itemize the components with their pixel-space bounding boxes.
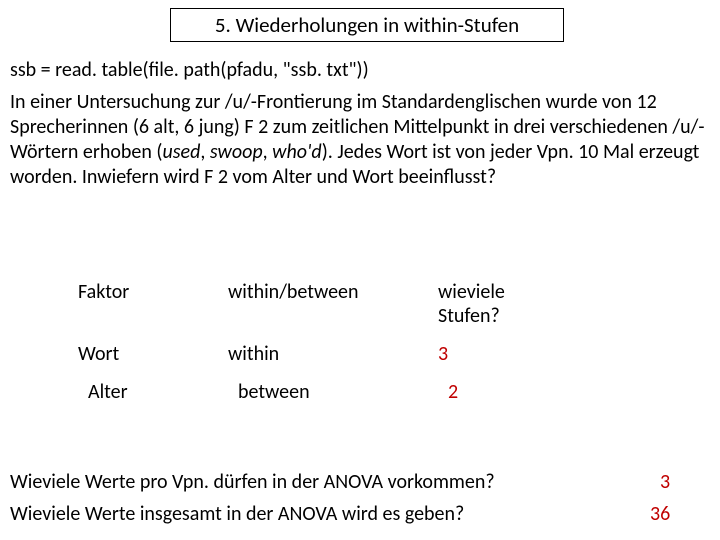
answer-2: 36 [650,502,670,526]
description-paragraph: In einer Untersuchung zur /u/-Frontierun… [10,90,720,190]
header-within-between: within/between [228,280,438,304]
table-row: Wort within 3 [78,342,578,366]
cell-alter-between: between [238,380,448,404]
cell-wort-stufen: 3 [438,342,538,366]
word-whod: who'd [272,140,322,164]
cell-wort-within: within [228,342,438,366]
code-line: ssb = read. table(file. path(pfadu, "ssb… [10,58,369,82]
cell-alter-stufen: 2 [448,380,548,404]
comma-1: , [200,140,210,164]
word-used: used [162,140,200,164]
comma-2: , [263,140,273,164]
factor-table: Faktor within/between wieviele Stufen? W… [78,280,578,418]
slide-title: 5. Wiederholungen in within-Stufen [170,8,564,42]
table-row: Alter between 2 [78,380,578,404]
cell-wort: Wort [78,342,228,366]
answer-1: 3 [660,470,670,494]
header-stufen-line1: wieviele [438,280,505,304]
question-2: Wieviele Werte insgesamt in der ANOVA wi… [10,502,464,526]
question-1: Wieviele Werte pro Vpn. dürfen in der AN… [10,470,495,494]
header-faktor: Faktor [78,280,228,304]
word-swoop: swoop [210,140,263,164]
cell-alter: Alter [78,380,238,404]
table-header-row: Faktor within/between wieviele Stufen? [78,280,578,328]
header-stufen-line2: Stufen? [438,304,500,328]
header-stufen: wieviele Stufen? [438,280,538,328]
